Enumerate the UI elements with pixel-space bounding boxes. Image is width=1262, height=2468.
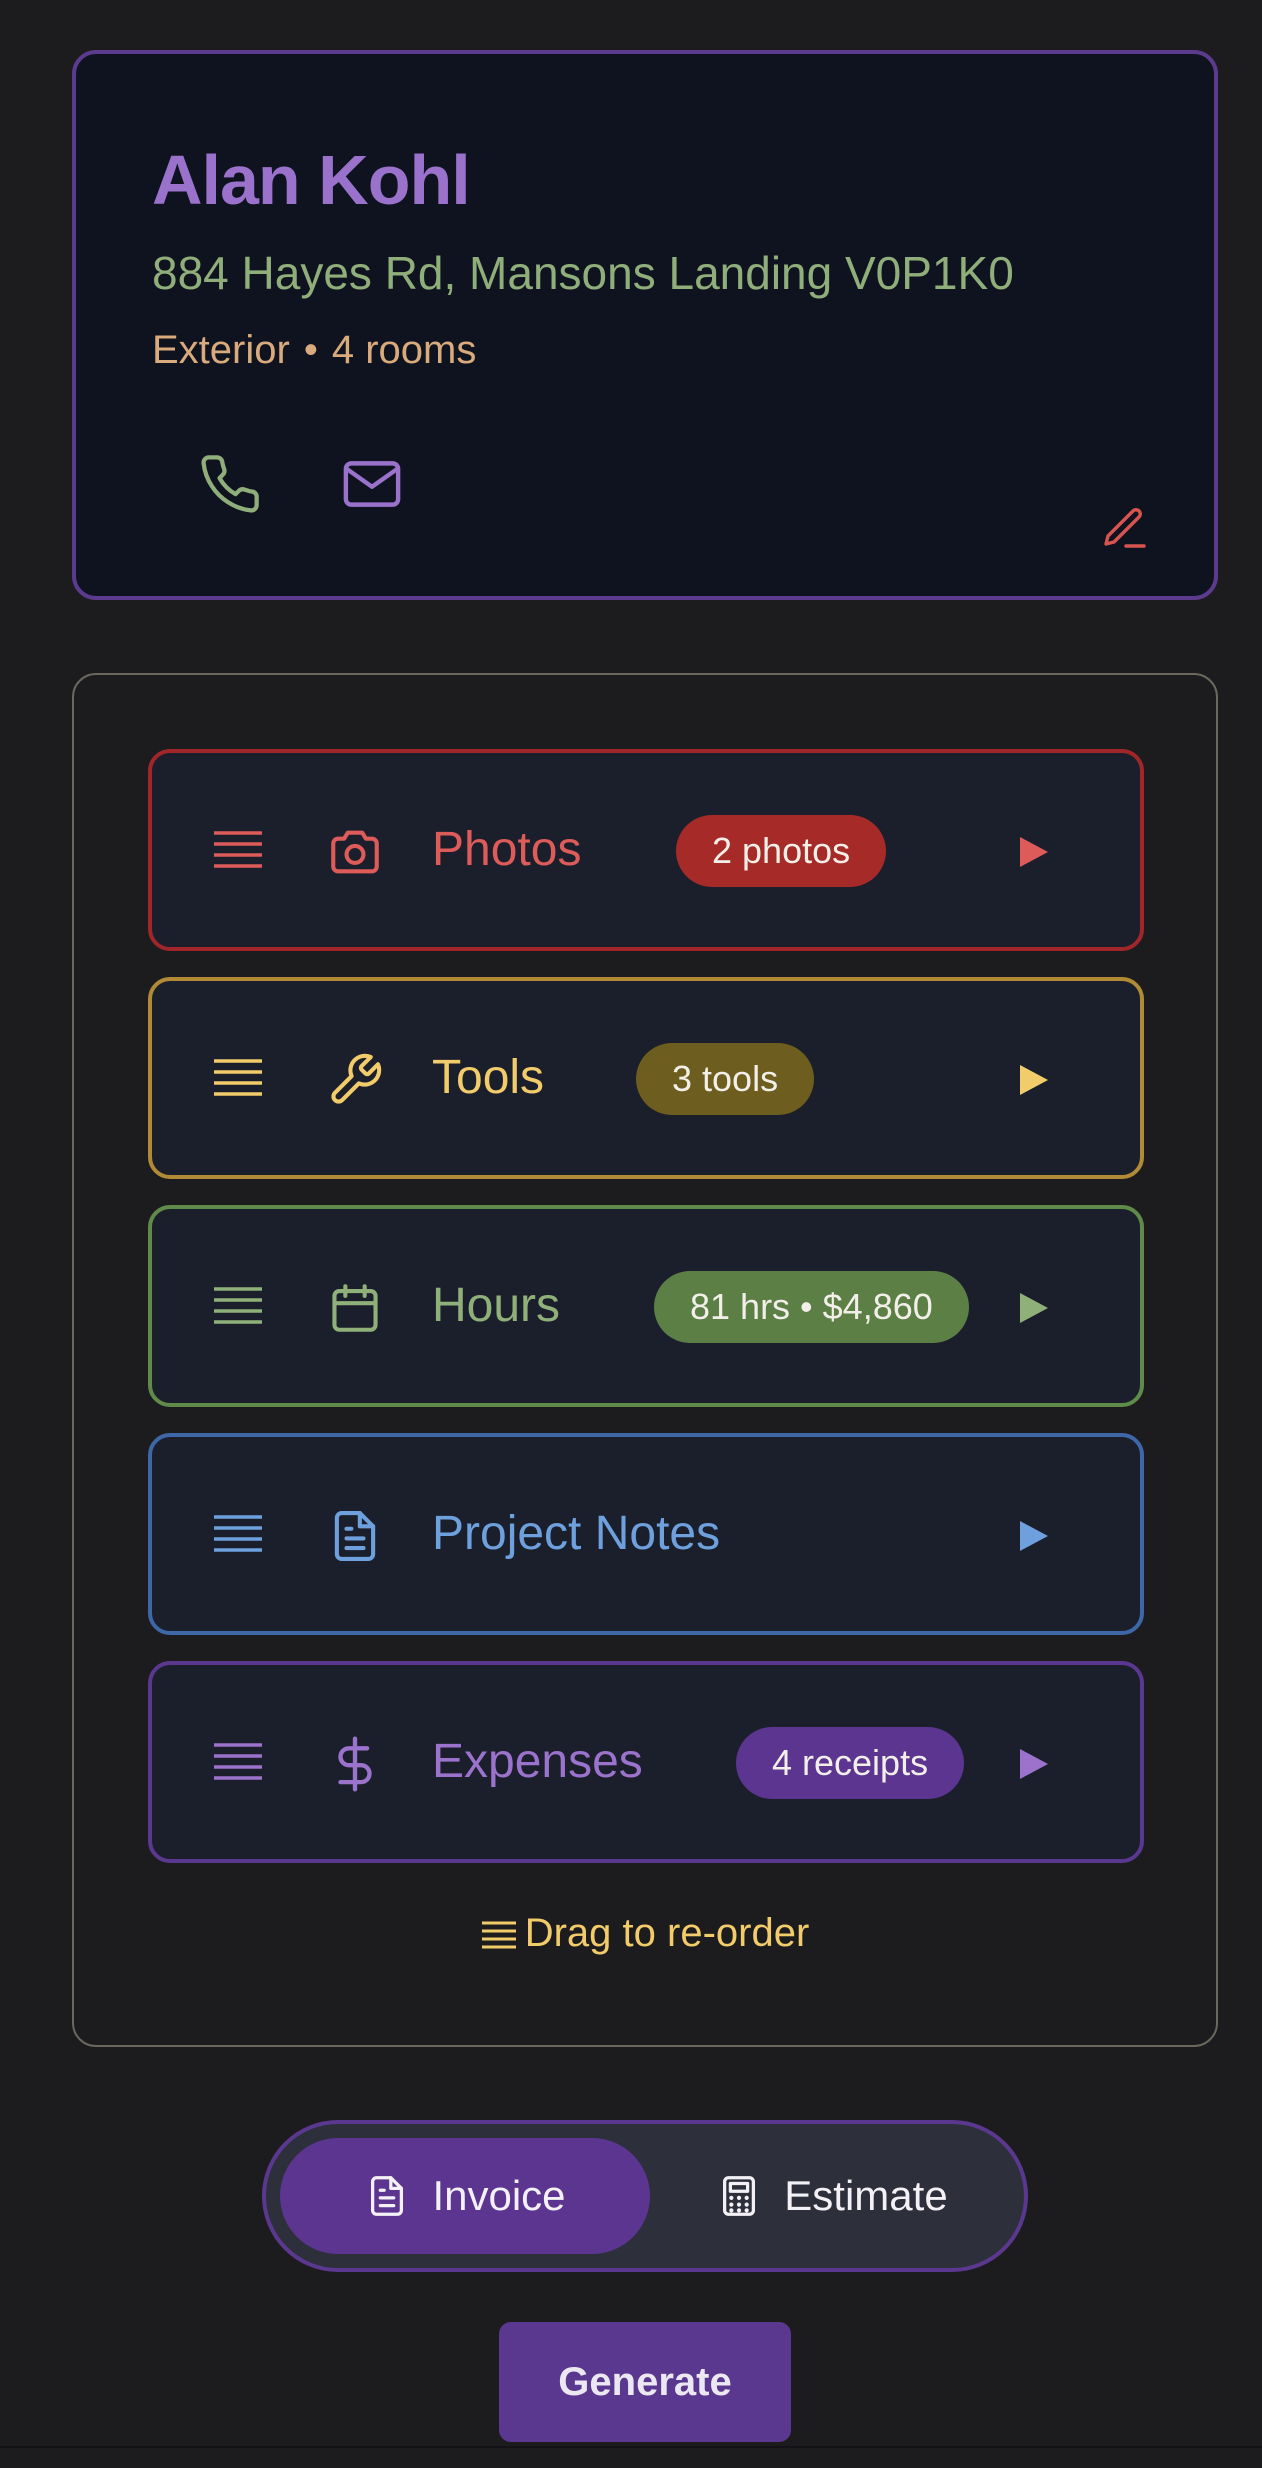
- estimate-label: Estimate: [784, 2172, 948, 2219]
- job-type: Exterior: [152, 328, 290, 372]
- section-tools[interactable]: Tools 3 tools: [148, 977, 1144, 1179]
- camera-icon: [331, 830, 379, 874]
- document-icon: [334, 1510, 376, 1562]
- section-label: Project Notes: [432, 1507, 721, 1560]
- drag-hint: Drag to re-order: [74, 1911, 1216, 1956]
- client-address: 884 Hayes Rd, Mansons Landing V0P1K0: [152, 247, 1014, 299]
- call-button[interactable]: [180, 434, 280, 534]
- edit-client-button[interactable]: [1086, 490, 1162, 566]
- photos-count-badge: 2 photos: [676, 815, 887, 887]
- calculator-icon: [723, 2176, 756, 2216]
- invoice-option[interactable]: Invoice: [280, 2138, 650, 2254]
- section-label: Photos: [432, 823, 582, 876]
- wrench-icon: [331, 1053, 382, 1104]
- mail-icon: [343, 461, 401, 507]
- drag-handle-icon[interactable]: [212, 1513, 264, 1557]
- play-arrow-icon: [1020, 1521, 1048, 1551]
- section-project-notes[interactable]: Project Notes: [148, 1433, 1144, 1635]
- meta-separator: •: [303, 328, 318, 372]
- play-arrow-icon: [1020, 1065, 1048, 1095]
- play-arrow-icon: [1020, 1293, 1048, 1323]
- drag-handle-icon: [481, 1921, 516, 1949]
- email-button[interactable]: [322, 434, 422, 534]
- pencil-icon: [1104, 508, 1146, 548]
- document-icon: [371, 2176, 404, 2216]
- client-name: Alan Kohl: [152, 141, 471, 219]
- calendar-icon: [332, 1284, 378, 1332]
- document-type-toggle: Invoice Estimate: [262, 2120, 1028, 2272]
- bottom-divider: [0, 2446, 1262, 2448]
- section-label: Hours: [432, 1279, 561, 1332]
- room-count: 4 rooms: [331, 328, 477, 372]
- estimate-option[interactable]: Estimate: [650, 2138, 1014, 2254]
- play-arrow-icon: [1020, 837, 1048, 867]
- drag-handle-icon[interactable]: [212, 829, 264, 873]
- section-expenses[interactable]: Expenses 4 receipts: [148, 1661, 1144, 1863]
- drag-handle-icon[interactable]: [212, 1057, 264, 1101]
- generate-button[interactable]: Generate: [499, 2322, 791, 2442]
- invoice-label: Invoice: [432, 2172, 566, 2219]
- drag-handle-icon[interactable]: [212, 1741, 264, 1785]
- section-label: Expenses: [432, 1735, 643, 1788]
- section-photos[interactable]: Photos 2 photos: [148, 749, 1144, 951]
- play-arrow-icon: [1020, 1749, 1048, 1779]
- drag-handle-icon[interactable]: [212, 1285, 264, 1329]
- sections-panel: Photos 2 photos Tools 3 tools Hours 81 h…: [72, 673, 1218, 2047]
- receipts-count-badge: 4 receipts: [736, 1727, 965, 1799]
- client-meta: Exterior • 4 rooms: [152, 328, 476, 373]
- hours-summary-badge: 81 hrs • $4,860: [654, 1271, 969, 1343]
- job-detail-screen: Alan Kohl 884 Hayes Rd, Mansons Landing …: [0, 0, 1262, 2468]
- client-card: Alan Kohl 884 Hayes Rd, Mansons Landing …: [72, 50, 1218, 600]
- dollar-icon: [338, 1736, 372, 1792]
- section-hours[interactable]: Hours 81 hrs • $4,860: [148, 1205, 1144, 1407]
- section-label: Tools: [432, 1051, 545, 1104]
- drag-hint-text: Drag to re-order: [524, 1911, 810, 1955]
- phone-icon: [201, 455, 259, 513]
- tools-count-badge: 3 tools: [636, 1043, 815, 1115]
